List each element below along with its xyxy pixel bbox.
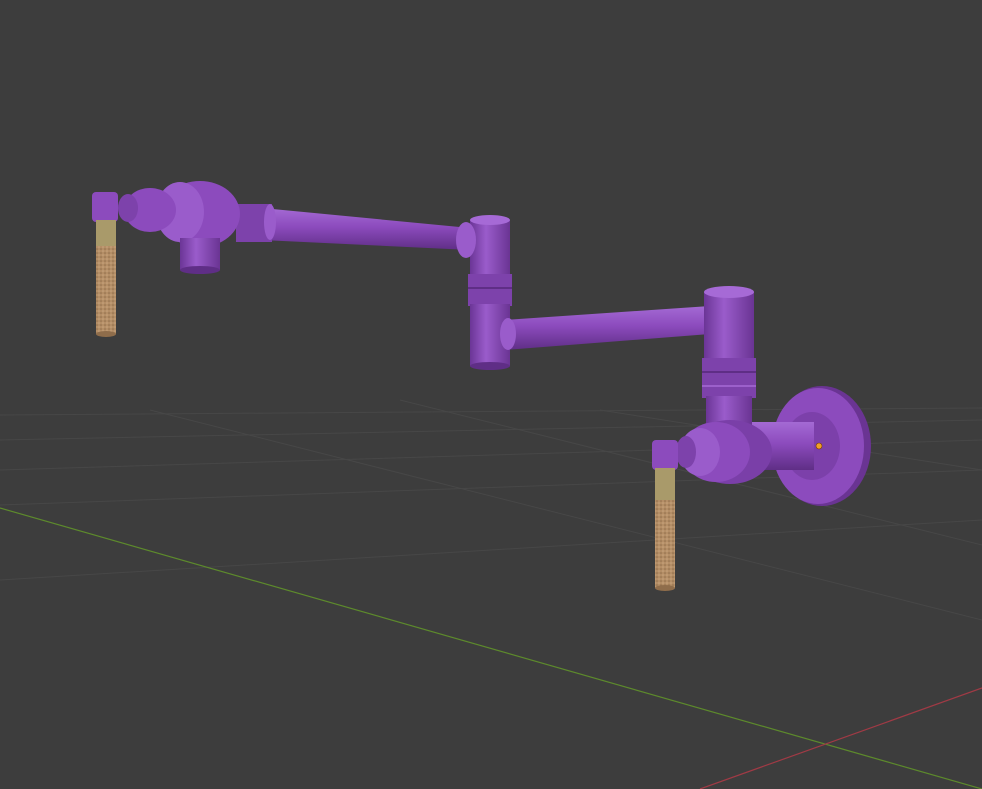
3d-viewport[interactable] xyxy=(0,0,982,789)
right-riser[interactable] xyxy=(702,286,756,430)
right-lever-handle[interactable] xyxy=(652,440,678,591)
viewport-canvas[interactable] xyxy=(0,0,982,789)
spout-outlet[interactable] xyxy=(180,238,220,274)
origin-point xyxy=(815,442,823,450)
